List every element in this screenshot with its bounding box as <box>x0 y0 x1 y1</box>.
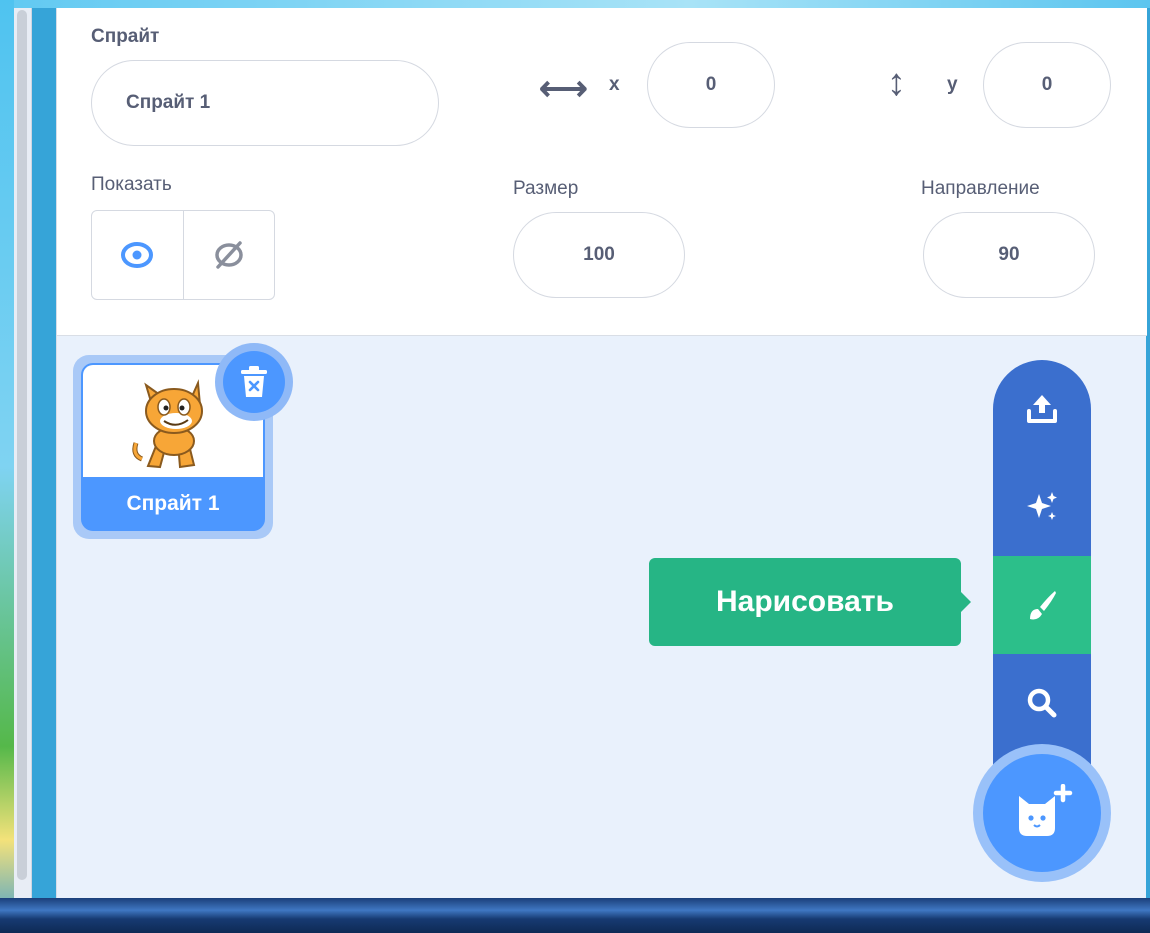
eye-icon <box>121 242 154 268</box>
cat-sprite-icon <box>132 379 203 469</box>
hide-button[interactable] <box>182 211 275 299</box>
paint-icon <box>1030 591 1056 620</box>
x-input[interactable]: 0 <box>647 42 775 128</box>
desktop-background-top <box>0 0 1150 8</box>
horizontal-arrows-icon: ⟷ <box>539 70 588 108</box>
trash-icon <box>241 366 267 397</box>
cat-plus-icon <box>1019 784 1073 836</box>
visibility-toggle <box>91 210 275 300</box>
taskbar <box>0 898 1150 933</box>
show-button[interactable] <box>92 211 183 299</box>
add-sprite-button[interactable] <box>983 754 1101 872</box>
paint-tooltip: Нарисовать <box>649 558 961 646</box>
desktop-background-left <box>0 0 14 933</box>
direction-input[interactable]: 90 <box>923 212 1095 298</box>
x-label: x <box>609 74 620 95</box>
eye-slash-icon <box>215 241 243 269</box>
sprite-info-panel: Спрайт Спрайт 1 ⟷ x 0 ↕ y 0 Показать Раз… <box>57 8 1147 336</box>
choose-sprite-button[interactable] <box>993 654 1091 752</box>
tooltip-arrow <box>961 592 971 612</box>
scrollbar[interactable] <box>17 10 27 880</box>
upload-icon <box>1027 395 1057 423</box>
sprite-label: Спрайт <box>91 26 160 47</box>
direction-label: Направление <box>921 178 1040 199</box>
sprite-name-input[interactable]: Спрайт 1 <box>91 60 439 146</box>
search-icon <box>1027 688 1057 718</box>
upload-sprite-button[interactable] <box>993 360 1091 458</box>
y-input[interactable]: 0 <box>983 42 1111 128</box>
size-input[interactable]: 100 <box>513 212 685 298</box>
sprite-tile-name: Спрайт 1 <box>126 492 220 515</box>
show-label: Показать <box>91 174 172 195</box>
surprise-sprite-button[interactable] <box>993 458 1091 556</box>
sprite-pane: Спрайт Спрайт 1 ⟷ x 0 ↕ y 0 Показать Раз… <box>56 8 1147 898</box>
add-sprite-menu <box>993 360 1091 800</box>
delete-button-inner <box>223 351 285 413</box>
y-label: y <box>947 74 958 95</box>
surprise-icon <box>1027 492 1057 520</box>
size-label: Размер <box>513 178 579 199</box>
paint-sprite-button[interactable] <box>993 556 1091 654</box>
delete-sprite-button[interactable] <box>215 343 293 421</box>
vertical-arrows-icon: ↕ <box>887 62 906 104</box>
